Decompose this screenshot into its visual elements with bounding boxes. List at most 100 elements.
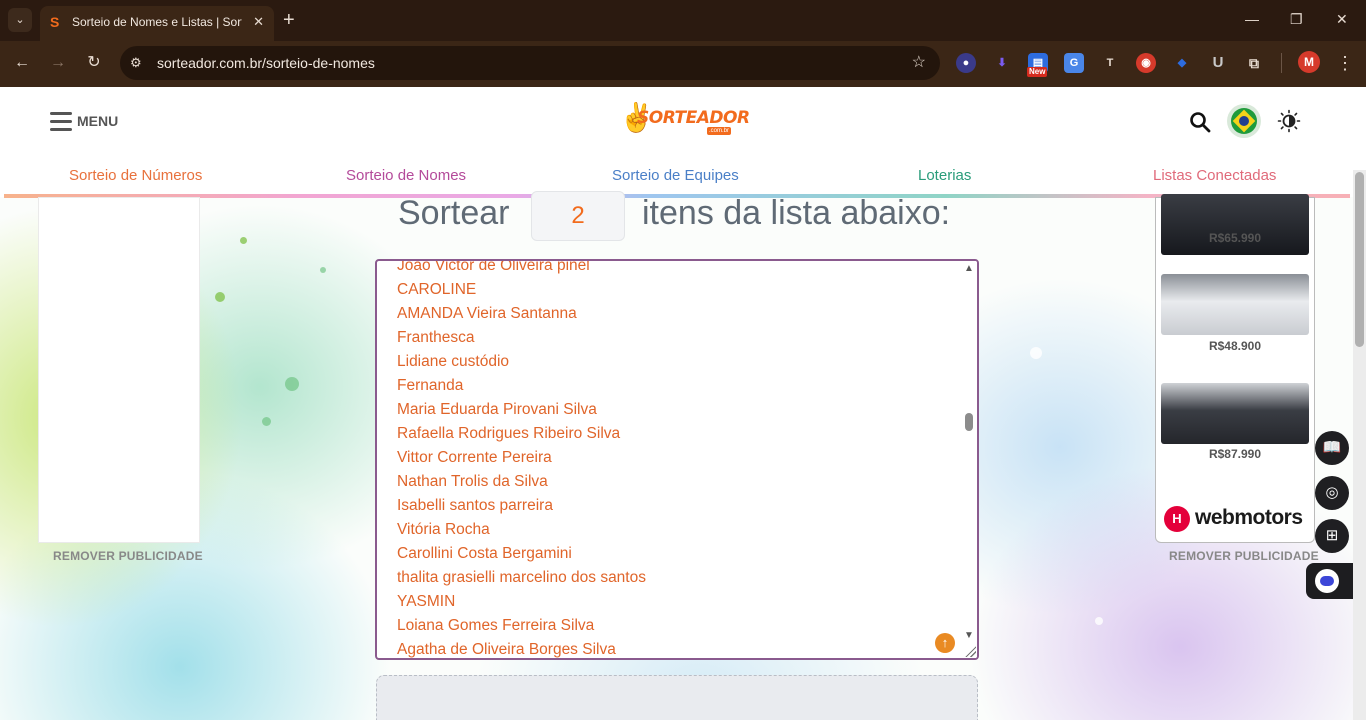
text-tool-icon[interactable]: T — [1100, 53, 1120, 73]
site-header: MENU ✌ SORTEADOR .com.br Sorteio de Núme… — [0, 87, 1366, 198]
ad-slot-right[interactable]: R$65.990 R$48.900 R$87.990 H webmotors — [1155, 194, 1315, 543]
decor-dot — [1030, 347, 1042, 359]
address-bar[interactable]: ⚙ sorteador.com.br/sorteio-de-nomes ☆ — [120, 46, 940, 80]
close-window-icon[interactable]: ✕ — [1336, 8, 1348, 30]
name-list-item: Isabelli santos parreira — [397, 497, 553, 514]
tab-title: Sorteio de Nomes e Listas | Sorteador — [72, 15, 242, 29]
car-price: R$48.900 — [1208, 339, 1262, 353]
extension-u-icon[interactable]: U — [1208, 53, 1228, 73]
browser-toolbar: ← → ↻ ⚙ sorteador.com.br/sorteio-de-nome… — [0, 41, 1366, 87]
resize-handle-icon[interactable] — [964, 645, 976, 657]
remove-ads-link-left[interactable]: REMOVER PUBLICIDADE — [53, 549, 203, 563]
name-list-item: Agatha de Oliveira Borges Silva — [397, 641, 616, 658]
webmotors-mark-icon: H — [1164, 506, 1190, 532]
nav-sorteio-nomes[interactable]: Sorteio de Nomes — [346, 167, 466, 185]
car-image[interactable] — [1161, 194, 1309, 255]
podcast-icon[interactable]: ◎ — [1315, 476, 1349, 510]
extension-tag-icon[interactable]: ◆ — [1172, 53, 1192, 73]
tab-close-icon[interactable]: ✕ — [253, 14, 264, 30]
draw-prefix-label: Sortear — [398, 194, 510, 232]
decor-dot — [240, 237, 247, 244]
sorteador-logo[interactable]: ✌ SORTEADOR .com.br — [619, 99, 750, 139]
minimize-icon[interactable]: — — [1245, 8, 1259, 30]
nav-listas-conectadas[interactable]: Listas Conectadas — [1153, 167, 1276, 185]
bookmark-star-icon[interactable]: ☆ — [912, 53, 926, 73]
webmotors-logo[interactable]: H webmotors — [1164, 503, 1310, 533]
decor-dot — [215, 292, 225, 302]
name-list-item: Vitória Rocha — [397, 521, 490, 538]
new-tab-icon[interactable]: + — [283, 9, 295, 31]
decor-dot — [262, 417, 271, 426]
back-icon[interactable]: ← — [10, 51, 34, 75]
reader-book-icon[interactable]: 📖 — [1315, 431, 1349, 465]
browser-tab[interactable]: S Sorteio de Nomes e Listas | Sorteador … — [40, 6, 274, 41]
scrollbar-thumb[interactable] — [965, 413, 973, 431]
logo-text: SORTEADOR — [637, 108, 750, 128]
upload-arrow-icon[interactable]: ↑ — [935, 633, 955, 653]
decor-dot — [285, 377, 299, 391]
name-list-item: AMANDA Vieira Santanna — [397, 305, 577, 322]
car-image[interactable] — [1161, 274, 1309, 335]
url-text: sorteador.com.br/sorteio-de-nomes — [157, 55, 375, 71]
brazil-flag-icon — [1231, 108, 1257, 134]
nav-sorteio-numeros[interactable]: Sorteio de Números — [69, 167, 202, 185]
name-list-item: Vittor Corrente Pereira — [397, 449, 552, 466]
translate-icon[interactable]: G — [1064, 53, 1084, 73]
decor-dot — [320, 267, 326, 273]
name-list-item: Rafaella Rodrigues Ribeiro Silva — [397, 425, 621, 442]
draw-quantity-row: Sortear 2 itens da lista abaixo: — [398, 191, 998, 243]
page-scrollbar[interactable] — [1353, 170, 1366, 720]
nav-loterias[interactable]: Loterias — [918, 167, 971, 185]
extension-red-icon[interactable]: ◉ — [1136, 53, 1156, 73]
name-list-item: João Victor de Oliveira pinel — [397, 259, 590, 274]
sorteador-favicon-icon: S — [50, 14, 60, 30]
menu-icon[interactable] — [50, 112, 72, 131]
decor-dot — [1095, 617, 1103, 625]
assistant-face-icon — [1315, 569, 1339, 593]
restore-icon[interactable]: ❐ — [1290, 8, 1303, 30]
name-list-item: Lidiane custódio — [397, 353, 510, 370]
scroll-down-icon[interactable]: ▼ — [964, 630, 974, 642]
name-list-item: CAROLINE — [397, 281, 477, 298]
nav-sorteio-equipes[interactable]: Sorteio de Equipes — [612, 167, 739, 185]
names-list: João Victor de Oliveira pinel CAROLINE AMA… — [397, 259, 957, 658]
ad-slot-left[interactable] — [38, 197, 200, 543]
search-icon[interactable] — [1188, 110, 1212, 134]
browser-menu-icon[interactable]: ⋮ — [1336, 51, 1354, 75]
language-flag-button[interactable] — [1227, 104, 1261, 138]
scroll-up-icon[interactable]: ▲ — [964, 263, 974, 275]
logo-hand-icon: ✌ — [619, 102, 654, 133]
menu-label[interactable]: MENU — [77, 113, 118, 129]
webmotors-text: webmotors — [1195, 506, 1303, 529]
name-list-item: thalita grasielli marcelino dos santos — [397, 569, 646, 586]
draw-suffix-label: itens da lista abaixo: — [642, 194, 951, 232]
quantity-input[interactable]: 2 — [531, 191, 625, 241]
logo-subtext: .com.br — [707, 127, 732, 135]
name-list-item: Nathan Trolis da Silva — [397, 473, 548, 490]
name-list-item: Loiana Gomes Ferreira Silva — [397, 617, 595, 634]
extensions-puzzle-icon[interactable]: ⧉ — [1244, 53, 1264, 73]
toolbar-separator — [1281, 53, 1282, 73]
remove-ads-link-right[interactable]: REMOVER PUBLICIDADE — [1169, 549, 1319, 563]
car-image[interactable] — [1161, 383, 1309, 444]
textarea-scrollbar[interactable]: ▲ ▼ — [961, 261, 977, 658]
site-info-icon[interactable]: ⚙ — [130, 53, 142, 73]
name-list-item: Maria Eduarda Pirovani Silva — [397, 401, 597, 418]
theme-toggle-icon[interactable] — [1277, 109, 1301, 133]
extension-ghost-icon[interactable]: ● — [956, 53, 976, 73]
page-scrollbar-thumb[interactable] — [1355, 172, 1364, 347]
car-price: R$87.990 — [1208, 447, 1262, 461]
file-dropzone[interactable] — [376, 675, 978, 720]
forward-icon[interactable]: → — [46, 51, 70, 75]
name-list-item: Fernanda — [397, 377, 464, 394]
name-list-item: YASMIN — [397, 593, 456, 610]
download-icon[interactable]: ⬇ — [992, 53, 1012, 73]
reload-icon[interactable]: ↻ — [82, 51, 106, 75]
profile-avatar[interactable]: M — [1298, 51, 1320, 73]
name-list-item: Franthesca — [397, 329, 475, 346]
tab-search-icon[interactable]: ⌄ — [8, 8, 32, 32]
new-badge: New — [1027, 67, 1048, 77]
page-viewport: MENU ✌ SORTEADOR .com.br Sorteio de Núme… — [0, 87, 1366, 720]
names-textarea[interactable]: João Victor de Oliveira pinel CAROLINE AMA… — [375, 259, 979, 660]
apps-grid-icon[interactable]: ⊞ — [1315, 519, 1349, 553]
